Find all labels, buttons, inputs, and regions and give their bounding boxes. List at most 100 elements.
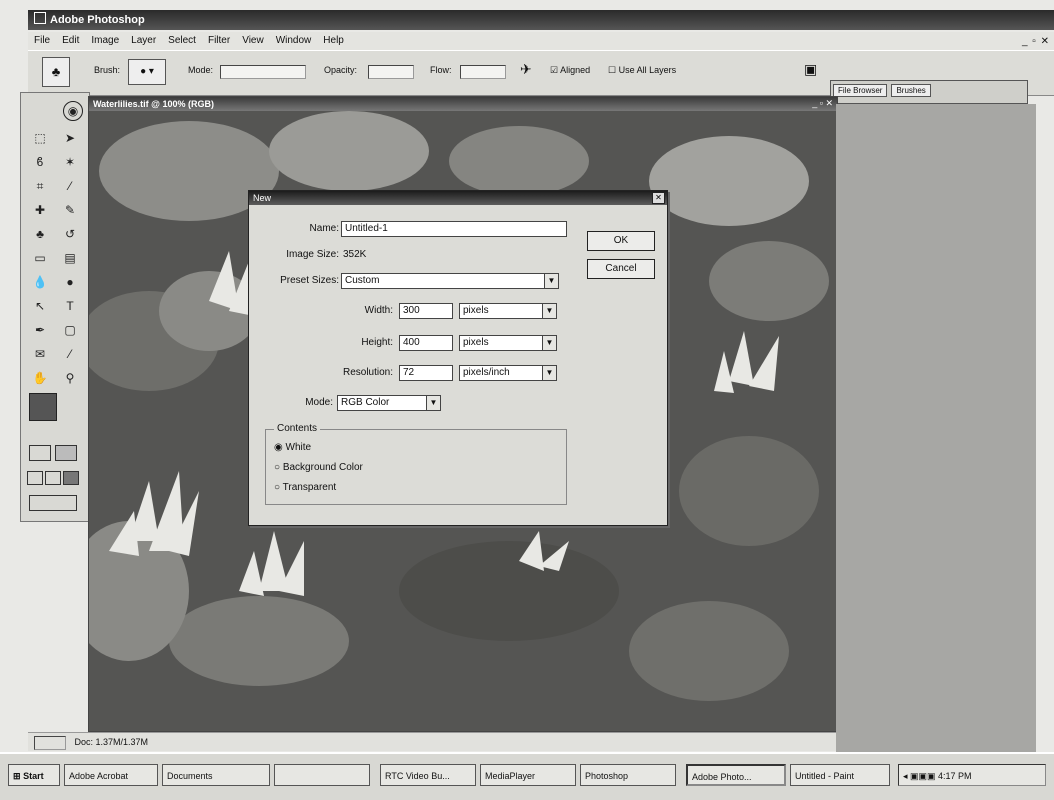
opacity-field[interactable] (368, 65, 414, 79)
jump-to-imageready-icon[interactable] (29, 495, 77, 511)
hand-tool-icon[interactable]: ✋ (31, 369, 49, 387)
width-input[interactable]: 300 (399, 303, 453, 319)
height-unit-select[interactable]: pixels ▼ (459, 335, 557, 351)
magic-wand-icon[interactable]: ✶ (61, 153, 79, 171)
taskbar-item-documents[interactable]: Documents (162, 764, 270, 786)
mode-value: RGB Color (341, 397, 390, 408)
airbrush-icon[interactable]: ✈ (520, 61, 532, 78)
resolution-unit-value: pixels/inch (463, 367, 510, 378)
menu-file[interactable]: File (28, 32, 56, 50)
menu-bar: File Edit Image Layer Select Filter View Window… (28, 32, 1054, 50)
pen-tool-icon[interactable]: ✒ (31, 321, 49, 339)
type-tool-icon[interactable]: T (61, 297, 79, 315)
menu-view[interactable]: View (236, 32, 270, 50)
clone-stamp-icon: ♣ (51, 64, 61, 79)
name-input[interactable]: Untitled-1 (341, 221, 567, 237)
tab-file-browser[interactable]: File Browser (833, 84, 888, 97)
tray-icons[interactable]: ◂ ▣▣▣ (903, 771, 938, 781)
taskbar: ⊞ Start Adobe Acrobat Documents RTC Vide… (0, 752, 1054, 800)
move-tool-icon[interactable]: ➤ (61, 129, 79, 147)
eye-icon[interactable]: ◉ (63, 101, 83, 121)
zoom-tool-icon[interactable]: ⚲ (61, 369, 79, 387)
resolution-input[interactable]: 72 (399, 365, 453, 381)
gradient-icon[interactable]: ▤ (61, 249, 79, 267)
ok-button[interactable]: OK (587, 231, 655, 251)
chevron-down-icon: ▼ (542, 304, 556, 318)
screen-mode-standard-icon[interactable] (27, 471, 43, 485)
name-label: Name: (309, 223, 339, 234)
mode-select[interactable] (220, 65, 306, 79)
mode-select[interactable]: RGB Color ▼ (337, 395, 441, 411)
cancel-button[interactable]: Cancel (587, 259, 655, 279)
aligned-label: Aligned (560, 65, 591, 75)
system-tray: ◂ ▣▣▣ 4:17 PM (898, 764, 1046, 786)
use-all-layers-checkbox[interactable]: ☐ Use All Layers (608, 65, 676, 76)
taskbar-item-adobe-photoshop-active[interactable]: Adobe Photo... (686, 764, 786, 786)
tab-brushes[interactable]: Brushes (891, 84, 931, 97)
menu-window[interactable]: Window (270, 32, 318, 50)
brush-label: Brush: (94, 65, 121, 75)
height-label: Height: (361, 337, 393, 348)
eyedropper-icon[interactable]: ⁄ (61, 345, 79, 363)
windows-logo-icon: ⊞ (13, 771, 21, 781)
contents-transparent-option[interactable]: ○ Transparent (274, 482, 336, 493)
taskbar-item-video[interactable]: RTC Video Bu... (380, 764, 476, 786)
aligned-checkbox[interactable]: ☑ Aligned (550, 65, 590, 76)
height-input[interactable]: 400 (399, 335, 453, 351)
preset-sizes-select[interactable]: Custom ▼ (341, 273, 559, 289)
width-unit-select[interactable]: pixels ▼ (459, 303, 557, 319)
slice-tool-icon[interactable]: ⁄ (61, 177, 79, 195)
dodge-tool-icon[interactable]: ● (61, 273, 79, 291)
zoom-field[interactable] (34, 735, 66, 750)
contents-white-label: White (285, 442, 312, 453)
menu-image[interactable]: Image (85, 32, 125, 50)
taskbar-item-photoshop[interactable]: Photoshop (580, 764, 676, 786)
eraser-icon[interactable]: ▭ (31, 249, 49, 267)
quick-mask-icon[interactable] (55, 445, 77, 461)
screen-mode-full-icon[interactable] (63, 471, 79, 485)
close-icon[interactable]: ✕ (652, 192, 665, 204)
resolution-unit-select[interactable]: pixels/inch ▼ (459, 365, 557, 381)
contents-label: Contents (274, 423, 321, 434)
foreground-color-swatch[interactable] (29, 393, 57, 421)
app-titlebar: Adobe Photoshop (28, 10, 1054, 30)
path-selection-icon[interactable]: ↖ (31, 297, 49, 315)
taskbar-item-mediaplayer[interactable]: MediaPlayer (480, 764, 576, 786)
menu-layer[interactable]: Layer (125, 32, 162, 50)
flow-label: Flow: (430, 65, 452, 75)
menu-help[interactable]: Help (317, 32, 350, 50)
standard-mode-icon[interactable] (29, 445, 51, 461)
contents-group: Contents ◉ White ○ Background Color ○ Tr… (265, 423, 567, 505)
preset-sizes-value: Custom (345, 275, 380, 286)
contents-background-color-option[interactable]: ○ Background Color (274, 462, 363, 473)
palette-toggle-icon[interactable]: ▣ (804, 61, 817, 78)
marquee-tool-icon[interactable]: ⬚ (31, 129, 49, 147)
shape-tool-icon[interactable]: ▢ (61, 321, 79, 339)
brush-tool-icon[interactable]: ✎ (61, 201, 79, 219)
taskbar-item-blank[interactable] (274, 764, 370, 786)
blur-tool-icon[interactable]: 💧 (31, 273, 49, 291)
chevron-down-icon: ▼ (542, 366, 556, 380)
history-brush-icon[interactable]: ↺ (61, 225, 79, 243)
screen-mode-full-menu-icon[interactable] (45, 471, 61, 485)
menu-filter[interactable]: Filter (202, 32, 236, 50)
checkbox-icon: ☐ (608, 65, 617, 75)
flow-field[interactable] (460, 65, 506, 79)
document-window-controls[interactable]: _ ▫ ✕ (812, 98, 833, 109)
radio-selected-icon: ◉ (274, 442, 283, 453)
taskbar-item-paint[interactable]: Untitled - Paint (790, 764, 890, 786)
tool-preset-picker[interactable]: ♣ (42, 57, 70, 87)
contents-white-option[interactable]: ◉ White (274, 442, 311, 453)
taskbar-item-acrobat[interactable]: Adobe Acrobat (64, 764, 158, 786)
healing-brush-icon[interactable]: ✚ (31, 201, 49, 219)
palette-well: File Browser Brushes (830, 80, 1028, 104)
lasso-tool-icon[interactable]: ϐ (31, 153, 49, 171)
menu-edit[interactable]: Edit (56, 32, 85, 50)
crop-tool-icon[interactable]: ⌗ (31, 177, 49, 195)
notes-tool-icon[interactable]: ✉ (31, 345, 49, 363)
window-controls[interactable]: _ ▫ ✕ (1022, 36, 1050, 47)
menu-select[interactable]: Select (162, 32, 202, 50)
start-button[interactable]: ⊞ Start (8, 764, 60, 786)
brush-picker[interactable]: ● ▾ (128, 59, 166, 85)
clone-stamp-icon[interactable]: ♣ (31, 225, 49, 243)
